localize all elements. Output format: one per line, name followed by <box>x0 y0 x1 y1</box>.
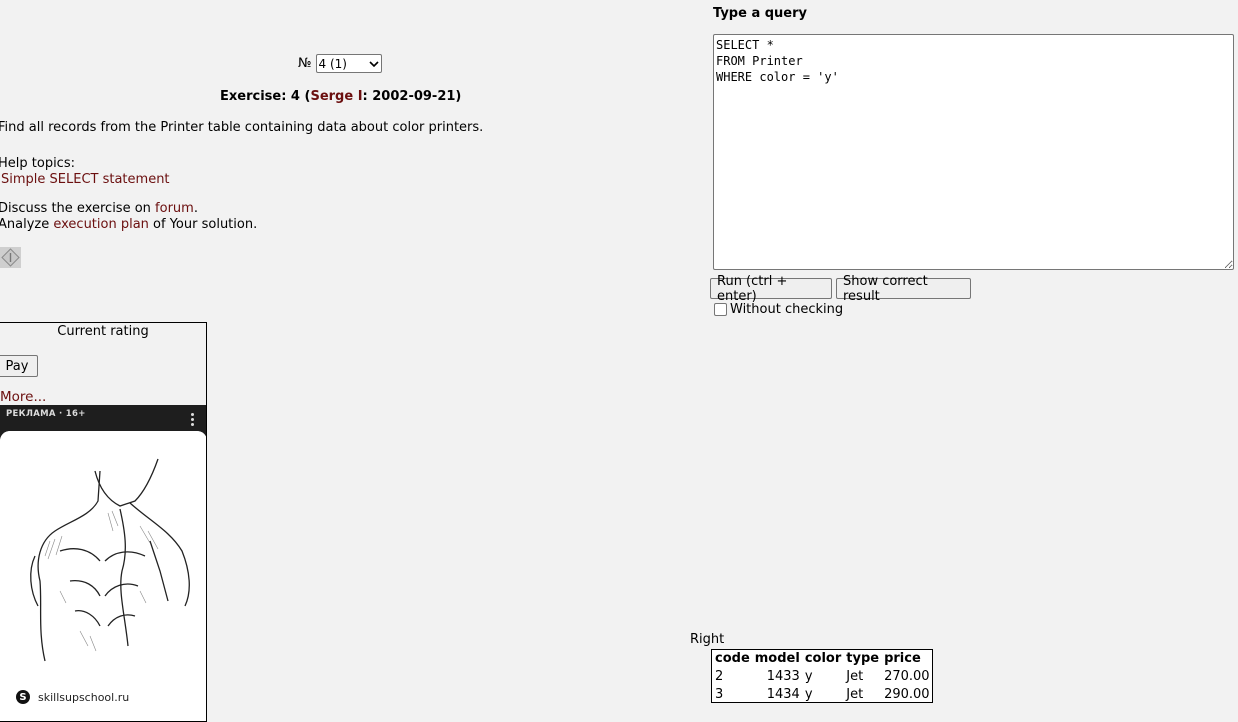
discuss-line: Discuss the exercise on forum. <box>0 201 198 216</box>
result-table: code model color type price 2 1433 y Jet… <box>711 649 933 703</box>
advertisement[interactable]: РЕКЛАМА · 16+ S skillsupschool.ru <box>0 405 206 721</box>
without-checking-row: Without checking <box>713 302 843 317</box>
ad-footer: S skillsupschool.ru <box>0 681 206 721</box>
author-link[interactable]: Serge I <box>310 89 362 104</box>
site-logo-icon: S <box>16 690 30 704</box>
info-diamond-icon <box>1 248 20 267</box>
more-link[interactable]: More... <box>0 389 46 405</box>
column-header: code <box>715 651 750 666</box>
run-button[interactable]: Run (ctrl + enter) <box>710 274 832 304</box>
exercise-select[interactable]: 4 (1) <box>315 54 382 73</box>
query-label: Type a query <box>713 6 808 21</box>
table-cell: 3 <box>715 687 724 702</box>
column-header: price <box>884 651 921 666</box>
table-header-row: code model color type price <box>712 650 933 666</box>
table-cell: Jet <box>846 687 864 702</box>
chevron-down-icon <box>368 60 379 67</box>
exercise-task: Find all records from the Printer table … <box>0 120 484 135</box>
number-sign: № <box>298 56 312 71</box>
ad-image <box>0 431 206 681</box>
table-cell: 1433 <box>766 669 800 684</box>
exercise-title-suffix: : 2002-09-21) <box>362 89 462 104</box>
table-row: 3 1434 y Jet 290.00 <box>712 684 933 703</box>
result-label: Right <box>690 632 725 647</box>
exercise-select-value: 4 (1) <box>318 56 347 71</box>
exercise-title-prefix: Exercise: 4 ( <box>220 89 311 104</box>
discuss-prefix: Discuss the exercise on <box>0 201 156 216</box>
column-header: color <box>804 651 842 666</box>
analyze-line: Analyze execution plan of Your solution. <box>0 217 257 232</box>
column-header: type <box>846 651 880 666</box>
help-topics-label: Help topics: <box>0 156 75 171</box>
help-topic-link[interactable]: Simple SELECT statement <box>1 172 170 187</box>
exercise-number-row: № 4 (1) <box>298 54 382 73</box>
without-checking-checkbox[interactable] <box>714 302 727 316</box>
table-cell: 1434 <box>766 687 800 702</box>
table-cell: y <box>804 687 813 702</box>
discuss-suffix: . <box>193 201 198 216</box>
sketch-figure-image <box>0 431 206 681</box>
table-cell: 2 <box>715 669 724 684</box>
table-row: 2 1433 y Jet 270.00 <box>712 666 933 684</box>
column-header: model <box>754 651 800 666</box>
analyze-prefix: Analyze <box>0 217 54 232</box>
table-cell: y <box>804 669 813 684</box>
exercise-title: Exercise: 4 (Serge I: 2002-09-21) <box>220 89 461 104</box>
pay-button[interactable]: Pay <box>0 355 38 377</box>
execution-plan-link[interactable]: execution plan <box>53 217 149 232</box>
forum-link[interactable]: forum <box>155 201 194 216</box>
table-cell: 290.00 <box>884 687 930 702</box>
ad-label: РЕКЛАМА · 16+ <box>6 409 86 419</box>
without-checking-label: Without checking <box>730 302 844 317</box>
show-correct-result-button[interactable]: Show correct result <box>836 274 971 304</box>
table-cell: 270.00 <box>884 669 930 684</box>
ad-site-name: skillsupschool.ru <box>38 691 130 704</box>
table-cell: Jet <box>846 669 864 684</box>
analyze-suffix: of Your solution. <box>148 217 258 232</box>
more-options-icon[interactable] <box>191 413 195 428</box>
rating-title: Current rating <box>57 324 149 339</box>
query-textarea[interactable]: SELECT * FROM Printer WHERE color = 'y' <box>713 34 1234 270</box>
info-button[interactable] <box>0 247 21 268</box>
rating-panel: Current rating Pay More... РЕКЛАМА · 16+ <box>0 322 207 722</box>
